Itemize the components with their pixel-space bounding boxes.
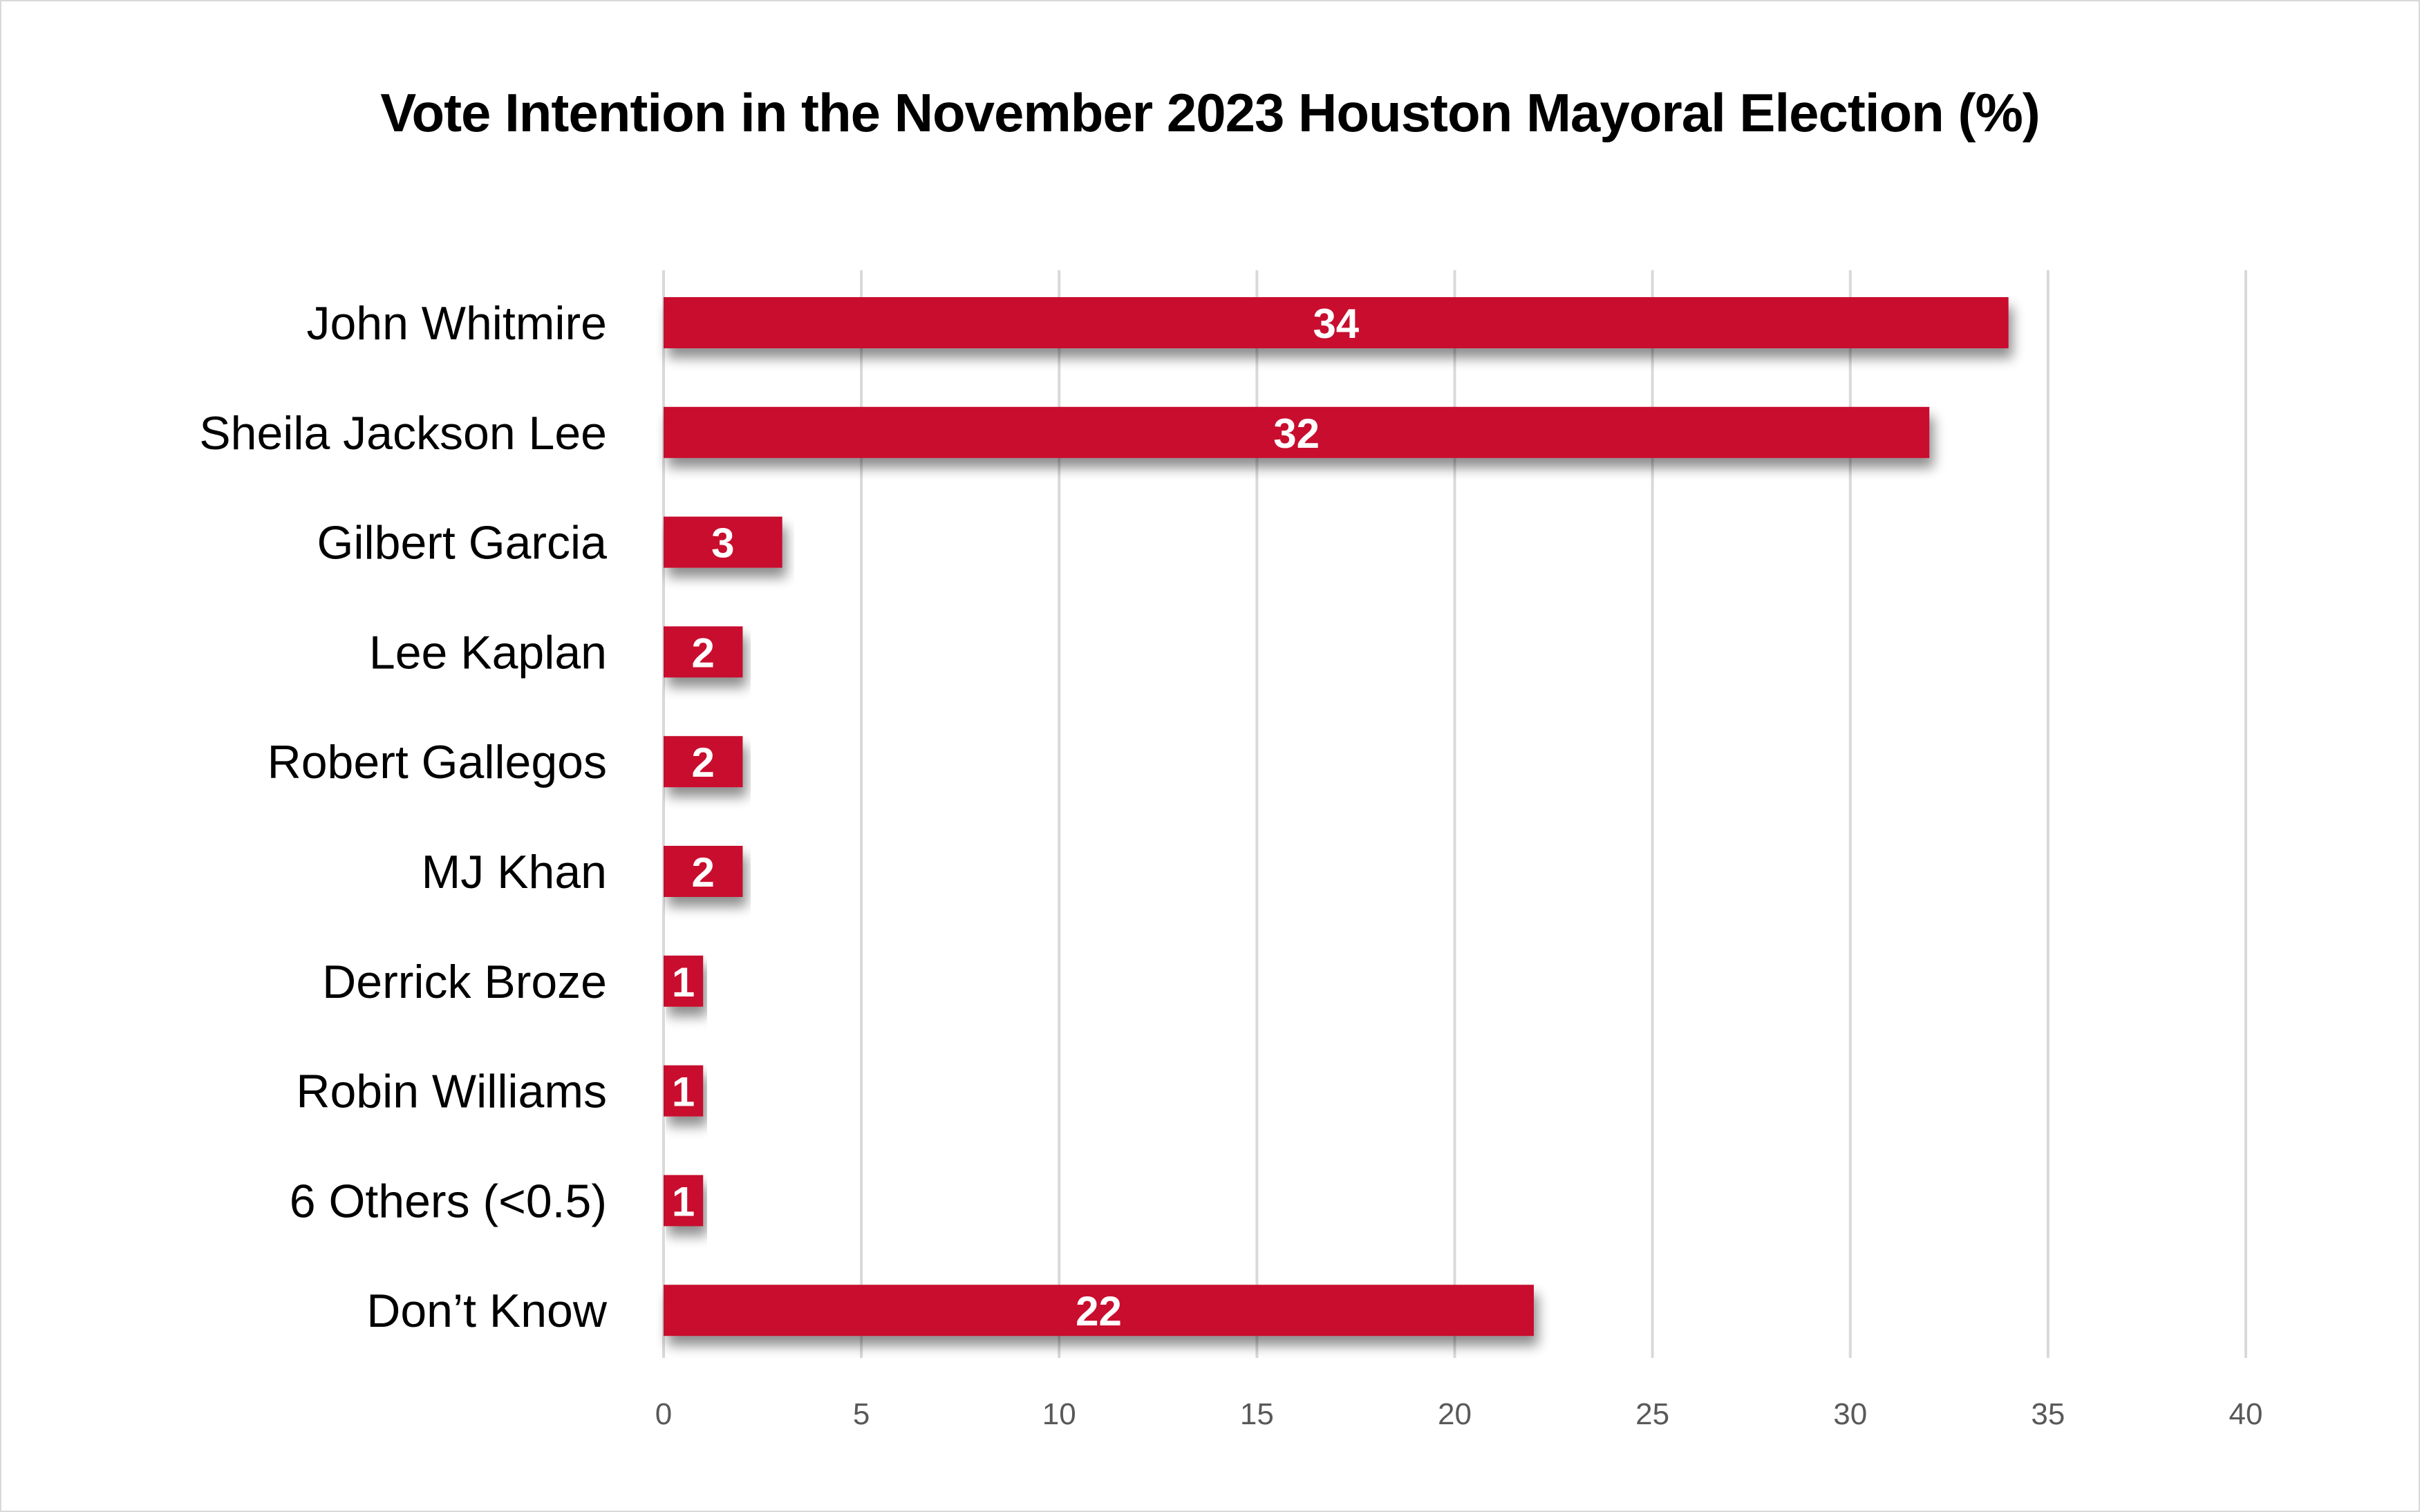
- category-label: 6 Others (<0.5): [290, 1175, 607, 1227]
- category-label: MJ Khan: [422, 846, 607, 898]
- x-axis-tick-labels: 0 5 10 15 20 25 30 35 40: [655, 1397, 2263, 1431]
- x-tick-label: 5: [853, 1397, 870, 1431]
- category-labels: John Whitmire Sheila Jackson Lee Gilbert G…: [199, 297, 608, 1337]
- category-label: Derrick Broze: [322, 956, 607, 1008]
- data-label: 2: [692, 630, 715, 676]
- x-tick-label: 20: [1438, 1397, 1472, 1431]
- data-label: 22: [1076, 1288, 1122, 1334]
- category-label: Lee Kaplan: [369, 626, 607, 679]
- x-tick-label: 10: [1042, 1397, 1076, 1431]
- category-label: Robert Gallegos: [268, 736, 607, 788]
- data-label: 32: [1273, 410, 1320, 457]
- x-tick-label: 15: [1240, 1397, 1274, 1431]
- x-tick-label: 40: [2229, 1397, 2263, 1431]
- data-label: 34: [1313, 301, 1359, 347]
- x-tick-label: 25: [1635, 1397, 1669, 1431]
- category-label: Don’t Know: [366, 1285, 608, 1337]
- category-label: Gilbert Garcia: [317, 517, 608, 569]
- x-tick-label: 30: [1833, 1397, 1867, 1431]
- x-tick-label: 0: [655, 1397, 672, 1431]
- data-label: 3: [711, 520, 734, 567]
- category-label: John Whitmire: [306, 297, 607, 350]
- data-label: 1: [672, 959, 695, 1005]
- data-label: 2: [692, 849, 715, 896]
- data-label: 1: [672, 1178, 695, 1225]
- data-label: 1: [672, 1069, 695, 1115]
- bars: [664, 297, 2009, 1336]
- bar-chart: 0 5 10 15 20 25 30 35 40 John Whitmire Sheila Jac…: [199, 270, 2263, 1431]
- category-label: Robin Williams: [296, 1066, 607, 1118]
- category-label: Sheila Jackson Lee: [199, 407, 607, 460]
- x-tick-label: 35: [2031, 1397, 2065, 1431]
- data-label: 2: [692, 739, 715, 786]
